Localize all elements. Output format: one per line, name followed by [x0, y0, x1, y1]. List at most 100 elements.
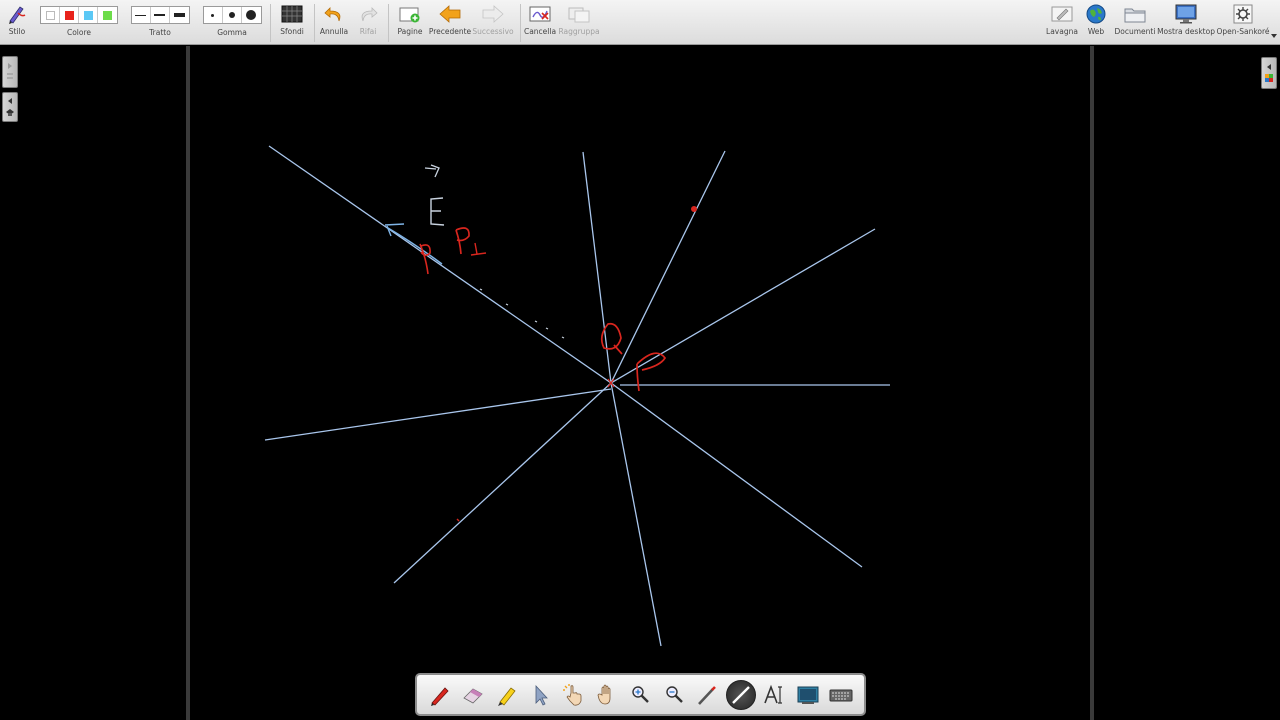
- selector-tool-button[interactable]: [525, 680, 555, 710]
- drawing-board[interactable]: [190, 46, 1090, 720]
- keyboard-icon: [829, 689, 853, 701]
- text-tool-button[interactable]: [759, 680, 789, 710]
- ink-letter-q: [600, 322, 623, 355]
- web-mode-button[interactable]: Web: [1082, 0, 1110, 45]
- selector-icon: [535, 684, 548, 706]
- color-swatch-red[interactable]: [60, 7, 79, 23]
- eraser-medium[interactable]: [223, 7, 242, 23]
- capture-tool-button[interactable]: [793, 680, 823, 710]
- clear-label: Cancella: [523, 27, 557, 36]
- drawn-line-3[interactable]: [610, 150, 726, 384]
- redo-label: Rifai: [359, 27, 377, 36]
- previous-button[interactable]: Precedente: [429, 0, 471, 45]
- stylus-label: Stilo: [8, 27, 26, 36]
- undo-label: Annulla: [319, 27, 349, 36]
- show-desktop-button[interactable]: Mostra desktop: [1157, 0, 1215, 45]
- left-palette-tab[interactable]: [2, 56, 18, 88]
- eraser-group: Gomma: [202, 0, 262, 45]
- color-chip: [103, 10, 112, 20]
- ink-red-dot: [691, 206, 697, 212]
- laser-pointer-tool-button[interactable]: [692, 680, 722, 710]
- stroke-options: [130, 6, 190, 24]
- zoom-in-tool-button[interactable]: [625, 680, 655, 710]
- zoom-out-tool-button[interactable]: [659, 680, 689, 710]
- eraser-small[interactable]: [204, 7, 223, 23]
- color-chip: [64, 10, 74, 20]
- eraser-small-dot: [211, 13, 214, 17]
- backgrounds-button[interactable]: Sfondi: [276, 0, 308, 45]
- highlighter-icon: [497, 686, 516, 706]
- clear-button[interactable]: Cancella: [524, 0, 556, 45]
- board-canvas[interactable]: [190, 46, 1090, 720]
- drawn-line-6[interactable]: [610, 382, 863, 568]
- drawn-line-1[interactable]: [268, 145, 612, 384]
- eraser-medium-dot: [228, 12, 235, 18]
- left-margin: [0, 46, 186, 720]
- tool-dock: [415, 673, 866, 716]
- zoom-out-icon: [666, 685, 683, 703]
- top-toolbar: Stilo Colore Tratto Gomma Sfondi Annulla…: [0, 0, 1280, 45]
- eraser-large[interactable]: [242, 7, 261, 23]
- line-tool-button[interactable]: [725, 679, 756, 710]
- ink-letter-e: [430, 197, 445, 226]
- text-icon: [764, 684, 783, 704]
- web-label: Web: [1087, 27, 1105, 36]
- stroke-thin[interactable]: [132, 7, 151, 23]
- eraser-label: Gomma: [217, 28, 247, 37]
- hand-tool-button[interactable]: [592, 680, 622, 710]
- next-button[interactable]: Successivo: [472, 0, 514, 45]
- keyboard-tool-button[interactable]: [826, 680, 856, 710]
- color-label: Colore: [66, 28, 92, 37]
- monitor-icon: [1175, 0, 1197, 27]
- stroke-medium[interactable]: [151, 7, 170, 23]
- ink-letter-p-left: [419, 243, 431, 275]
- group-label: Raggruppa: [558, 27, 600, 36]
- eraser-options: [202, 6, 262, 24]
- arrow-left-icon: [439, 0, 461, 27]
- highlighter-tool-button[interactable]: [492, 680, 522, 710]
- toolbar-separator: [520, 4, 521, 42]
- stroke-thick[interactable]: [170, 7, 189, 23]
- color-chip: [45, 10, 55, 20]
- line-icon: [731, 685, 750, 704]
- next-label: Successivo: [472, 27, 514, 36]
- stroke-group: Tratto: [130, 0, 190, 45]
- drawn-line-4[interactable]: [610, 228, 876, 384]
- redo-button[interactable]: Rifai: [352, 0, 384, 45]
- color-swatch-blue[interactable]: [79, 7, 98, 23]
- drawn-line-8[interactable]: [393, 382, 612, 584]
- pages-button[interactable]: Pagine: [394, 0, 426, 45]
- add-page-icon: [399, 0, 421, 27]
- color-swatch-white[interactable]: [41, 7, 60, 23]
- board-right-edge: [1090, 46, 1094, 720]
- library-palette-tab[interactable]: [2, 92, 18, 122]
- stylus-button[interactable]: Stilo: [2, 0, 32, 45]
- undo-button[interactable]: Annulla: [318, 0, 350, 45]
- interactor-icon: [562, 683, 581, 706]
- backgrounds-icon: [281, 0, 303, 27]
- documents-mode-button[interactable]: Documenti: [1114, 0, 1156, 45]
- group-button[interactable]: Raggruppa: [558, 0, 600, 45]
- color-chip: [83, 10, 93, 20]
- undo-icon: [324, 0, 344, 27]
- eraser-icon: [463, 688, 483, 703]
- board-mode-button[interactable]: Lavagna: [1044, 0, 1080, 45]
- handwritten-annotations: [384, 164, 697, 522]
- right-palette-tab[interactable]: [1261, 57, 1277, 89]
- gear-icon: [1233, 0, 1253, 27]
- open-sankore-button[interactable]: Open-Sankoré: [1216, 0, 1270, 45]
- drawn-line-9[interactable]: [264, 388, 612, 441]
- drawn-line-7[interactable]: [610, 382, 662, 647]
- color-swatch-green[interactable]: [98, 7, 117, 23]
- stroke-thick-sample: [173, 13, 185, 17]
- open-sankore-dropdown-icon[interactable]: [1271, 34, 1277, 38]
- board-icon: [1051, 0, 1073, 27]
- ink-vector-mark: [424, 164, 440, 178]
- documents-label: Documenti: [1114, 27, 1156, 36]
- eraser-tool-button[interactable]: [458, 680, 488, 710]
- stroke-label: Tratto: [149, 28, 171, 37]
- interactor-tool-button[interactable]: [559, 680, 589, 710]
- pen-tool-button[interactable]: [425, 680, 455, 710]
- radial-lines: [264, 145, 890, 647]
- ink-arrow-stroke: [387, 227, 443, 265]
